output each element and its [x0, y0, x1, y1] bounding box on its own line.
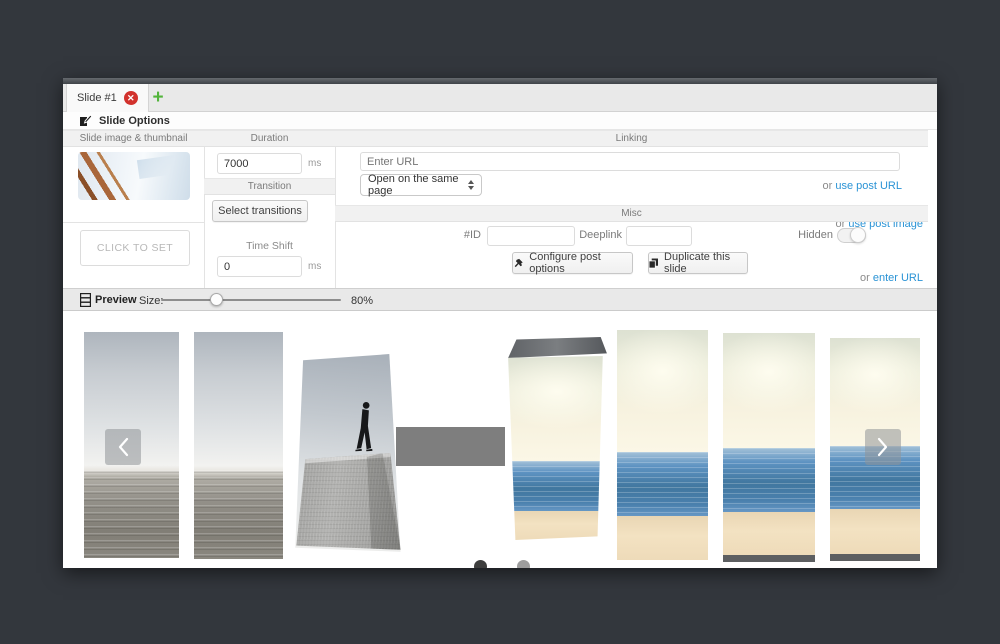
preview-size-slider-handle[interactable] — [210, 293, 223, 306]
hidden-toggle[interactable] — [837, 228, 866, 243]
preview-prev-arrow[interactable] — [105, 429, 141, 465]
toggle-knob — [850, 227, 866, 243]
link-target-select[interactable]: Open on the same page — [360, 174, 482, 196]
chevron-left-icon — [117, 437, 129, 457]
thumb-links: or enter URL — [860, 271, 923, 285]
time-shift-unit: ms — [308, 261, 321, 272]
select-stepper-icon — [468, 180, 474, 190]
use-post-url-link[interactable]: use post URL — [835, 180, 902, 192]
beach-sea — [723, 448, 815, 512]
preview-bullet-2[interactable] — [517, 560, 530, 568]
configure-post-options-button[interactable]: Configure post options — [512, 252, 633, 274]
cube-top-face — [505, 337, 609, 358]
preview-bullet-1[interactable] — [474, 560, 487, 568]
deeplink-label: Deeplink — [543, 229, 622, 241]
businessman-silhouette-icon — [351, 393, 377, 461]
link-target-value: Open on the same page — [368, 173, 460, 197]
slide-options-panel: Slide image & thumbnail or enter URL or … — [63, 130, 937, 288]
chevron-right-icon — [877, 437, 889, 457]
beach-sky — [617, 330, 708, 452]
slide-tabbar: Slide #1 ✕ + — [63, 84, 937, 112]
preview-size-value: 80% — [351, 295, 373, 307]
time-shift-label: Time Shift — [204, 240, 335, 252]
beach-sky — [723, 333, 815, 448]
id-label: #ID — [413, 229, 481, 241]
post-url-links: or use post URL — [823, 179, 903, 193]
duplicate-slide-button[interactable]: Duplicate this slide — [648, 252, 748, 274]
linking-header: Linking — [335, 130, 928, 147]
beach-tilted-body — [505, 356, 609, 540]
slide-options-title: Slide Options — [99, 115, 170, 127]
film-icon — [80, 293, 91, 307]
preview-slice-gray-2 — [194, 332, 283, 559]
beach-sea — [617, 452, 708, 516]
deeplink-input[interactable] — [626, 226, 692, 246]
preview-slice-businessman — [293, 352, 405, 558]
close-slide-icon[interactable]: ✕ — [124, 91, 138, 105]
preview-slice-beach-tilted — [505, 337, 609, 540]
beach-sea — [505, 461, 609, 511]
edit-icon — [79, 114, 92, 127]
preview-size-label: Size: — [139, 295, 163, 307]
preview-slice-rotating-face — [396, 427, 505, 466]
pushpin-icon — [513, 258, 523, 269]
duration-unit: ms — [308, 158, 321, 169]
preview-slice-beach-3 — [723, 333, 815, 562]
column-separator — [204, 130, 205, 288]
slide-editor-window: Slide #1 ✕ + Slide Options Slide image &… — [63, 78, 937, 568]
preview-slice-beach-2 — [617, 330, 708, 560]
beach-sky — [505, 356, 609, 461]
duration-header: Duration — [204, 130, 335, 147]
duplicate-slide-label: Duplicate this slide — [664, 251, 747, 275]
slide-options-header: Slide Options — [63, 112, 937, 130]
or-text: or — [823, 180, 833, 192]
beach-sand — [723, 512, 815, 556]
tab-slide-1[interactable]: Slide #1 ✕ — [66, 84, 149, 112]
preview-bar: Preview Size: 80% — [63, 288, 937, 311]
select-transitions-button[interactable]: Select transitions — [212, 200, 308, 222]
transition-header: Transition — [204, 178, 335, 195]
preview-size-slider-track[interactable] — [161, 299, 341, 301]
misc-header: Misc — [335, 205, 928, 222]
beach-sand — [830, 509, 920, 554]
image-column-header: Slide image & thumbnail — [63, 130, 204, 147]
preview-label: Preview — [95, 294, 137, 306]
beach-sand — [505, 511, 609, 540]
time-shift-input[interactable] — [217, 256, 302, 277]
slide-thumbnail-image[interactable] — [78, 152, 190, 200]
hidden-label: Hidden — [763, 229, 833, 241]
beach-sand — [617, 516, 708, 560]
enter-thumb-url-link[interactable]: enter URL — [873, 272, 923, 284]
add-slide-button[interactable]: + — [147, 86, 169, 110]
duplicate-icon — [649, 258, 658, 269]
image-column-divider — [63, 222, 204, 223]
slice-bottom-edge — [830, 554, 920, 561]
link-url-input[interactable] — [360, 152, 900, 171]
click-to-set-thumbnail-button[interactable]: CLICK TO SET — [80, 230, 190, 266]
configure-post-options-label: Configure post options — [529, 251, 632, 275]
or-text: or — [860, 272, 870, 284]
slice-bottom-edge — [723, 555, 815, 562]
preview-next-arrow[interactable] — [865, 429, 901, 465]
slide-preview-area — [63, 311, 937, 568]
duration-input[interactable] — [217, 153, 302, 174]
tab-slide-1-label: Slide #1 — [77, 92, 117, 104]
